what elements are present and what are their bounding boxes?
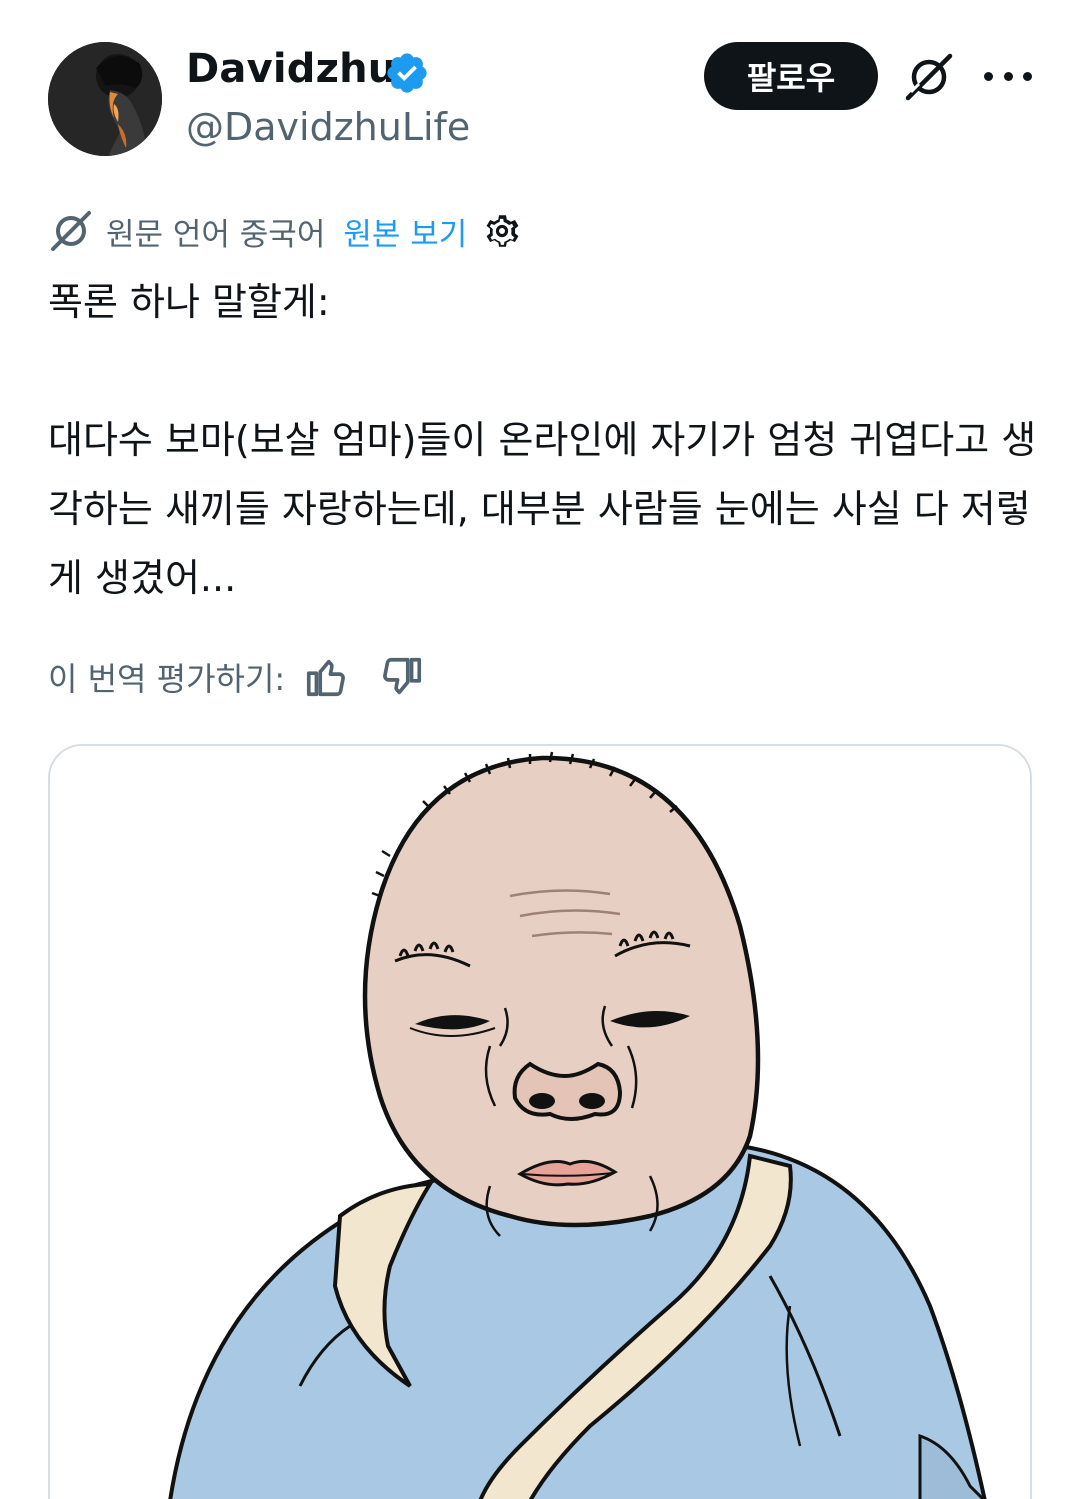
tweet-text: 폭론 하나 말할게: 대다수 보마(보살 엄마)들이 온라인에 자기가 엄청 귀… <box>48 280 1037 600</box>
profile-photo-icon <box>48 42 162 156</box>
rate-translation-bar: 이 번역 평가하기: <box>48 650 455 704</box>
more-icon[interactable] <box>984 60 1032 92</box>
tweet-media-image[interactable] <box>48 744 1032 1499</box>
gear-icon[interactable] <box>481 210 523 252</box>
verified-badge-icon <box>387 53 427 93</box>
grok-icon[interactable] <box>902 50 956 104</box>
display-name[interactable]: Davidzhu <box>186 44 396 94</box>
grok-translate-icon <box>51 211 91 251</box>
avatar[interactable] <box>48 42 162 156</box>
tweet-header: Davidzhu @DavidzhuLife 팔로우 <box>0 0 1080 170</box>
cartoon-baby-illustration <box>50 746 1030 1499</box>
user-handle[interactable]: @DavidzhuLife <box>186 104 470 150</box>
translation-note: 원문 언어 중국어 <box>106 216 326 253</box>
show-original-link[interactable]: 원본 보기 <box>343 209 467 254</box>
thumbs-down-icon[interactable] <box>379 654 425 700</box>
rate-translation-label: 이 번역 평가하기: <box>48 660 286 698</box>
thumbs-up-icon[interactable] <box>303 654 349 700</box>
follow-button[interactable]: 팔로우 <box>704 42 878 110</box>
translation-bar: 원문 언어 중국어 원본 보기 <box>48 206 523 256</box>
